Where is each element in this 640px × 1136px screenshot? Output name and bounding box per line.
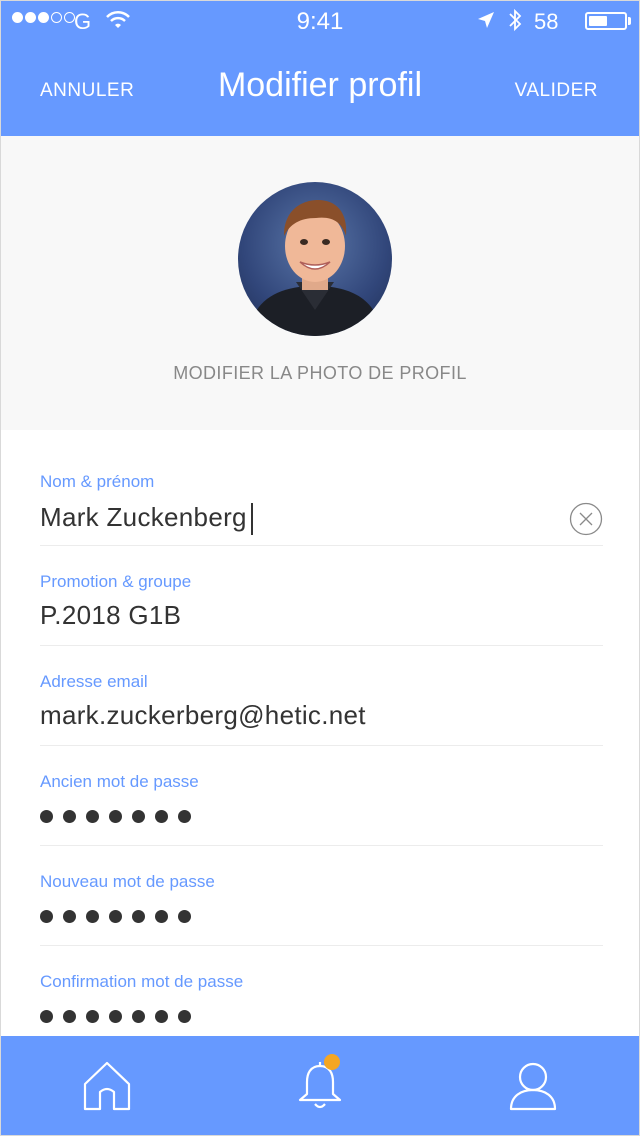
name-input[interactable]: Mark Zuckenberg <box>40 502 253 536</box>
new-password-field-label: Nouveau mot de passe <box>40 872 215 891</box>
new-password-field[interactable]: Nouveau mot de passe <box>40 846 603 946</box>
password-dot <box>86 810 99 823</box>
name-field-label: Nom & prénom <box>40 472 155 491</box>
email-field[interactable]: Adresse email mark.zuckerberg@hetic.net <box>40 646 603 746</box>
password-dot <box>132 810 145 823</box>
home-icon <box>83 1061 130 1111</box>
password-dot <box>86 1010 99 1023</box>
password-dot <box>86 910 99 923</box>
battery-icon <box>585 12 627 30</box>
tab-profile[interactable] <box>493 1046 573 1126</box>
password-dot <box>40 1010 53 1023</box>
profile-section: MODIFIER LA PHOTO DE PROFIL <box>0 136 640 430</box>
password-dot <box>63 1010 76 1023</box>
password-dot <box>178 910 191 923</box>
location-arrow-icon <box>476 10 496 35</box>
confirm-password-field-label: Confirmation mot de passe <box>40 972 244 991</box>
user-icon <box>510 1062 557 1111</box>
password-dot <box>63 810 76 823</box>
tab-home[interactable] <box>67 1046 147 1126</box>
status-bar: G 9:41 58 <box>0 0 640 44</box>
profile-form: Nom & prénom Mark Zuckenberg Promotion &… <box>40 430 603 1046</box>
tab-bar <box>0 1036 640 1136</box>
password-dot <box>40 810 53 823</box>
header: G 9:41 58 ANNULER Modifier profil VALIDE… <box>0 0 640 136</box>
text-cursor <box>250 503 253 536</box>
clear-icon[interactable] <box>569 502 603 536</box>
password-dot <box>109 810 122 823</box>
battery-percentage: 58 <box>534 9 559 34</box>
change-photo-button[interactable]: MODIFIER LA PHOTO DE PROFIL <box>0 363 640 384</box>
confirm-password-input[interactable] <box>40 1010 201 1023</box>
password-dot <box>109 1010 122 1023</box>
password-dot <box>132 1010 145 1023</box>
promotion-field[interactable]: Promotion & groupe P.2018 G1B <box>40 546 603 646</box>
password-dot <box>40 910 53 923</box>
password-dot <box>155 810 168 823</box>
tab-notifications[interactable] <box>280 1046 360 1126</box>
password-dot <box>63 910 76 923</box>
avatar[interactable] <box>238 182 392 336</box>
bluetooth-icon <box>508 8 522 37</box>
notification-badge <box>323 1054 340 1070</box>
email-field-label: Adresse email <box>40 672 148 691</box>
promotion-input[interactable]: P.2018 G1B <box>40 600 181 631</box>
confirm-password-field[interactable]: Confirmation mot de passe <box>40 946 603 1046</box>
email-input[interactable]: mark.zuckerberg@hetic.net <box>40 700 366 731</box>
password-dot <box>109 910 122 923</box>
old-password-field-label: Ancien mot de passe <box>40 772 199 791</box>
password-dot <box>132 910 145 923</box>
avatar-portrait-icon <box>248 200 382 336</box>
confirm-button[interactable]: VALIDER <box>515 80 598 102</box>
password-dot <box>178 1010 191 1023</box>
password-dot <box>178 810 191 823</box>
new-password-input[interactable] <box>40 910 201 923</box>
promotion-field-label: Promotion & groupe <box>40 572 192 591</box>
name-input-value: Mark Zuckenberg <box>40 502 247 532</box>
password-dot <box>155 910 168 923</box>
old-password-input[interactable] <box>40 810 201 823</box>
battery-tip <box>628 17 631 25</box>
old-password-field[interactable]: Ancien mot de passe <box>40 746 603 846</box>
name-field[interactable]: Nom & prénom Mark Zuckenberg <box>40 430 603 546</box>
password-dot <box>155 1010 168 1023</box>
